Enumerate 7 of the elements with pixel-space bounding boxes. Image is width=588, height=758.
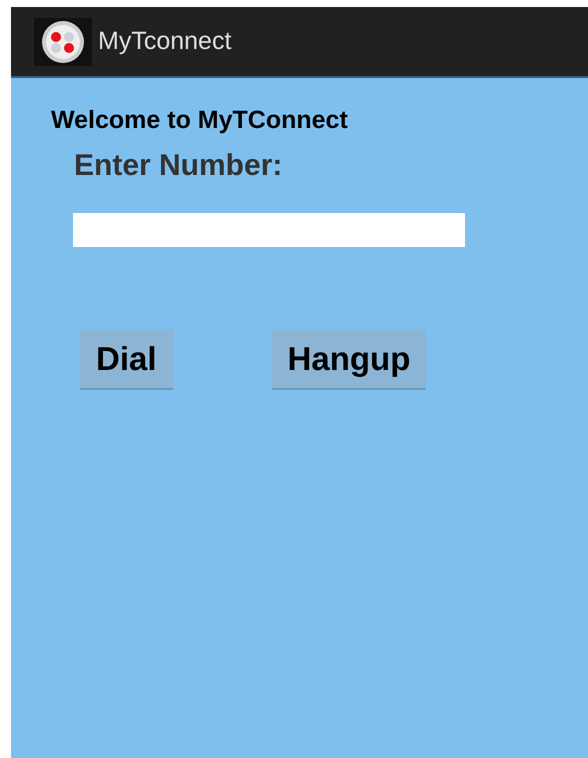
number-label: Enter Number: — [74, 149, 284, 183]
app-logo-icon — [34, 18, 92, 66]
number-input-field[interactable] — [73, 213, 465, 247]
hangup-button[interactable]: Hangup — [272, 329, 426, 390]
app-title: MyTconnect — [98, 27, 232, 56]
welcome-text: Welcome to MyTConnect — [51, 106, 349, 135]
dial-button[interactable]: Dial — [80, 329, 173, 390]
